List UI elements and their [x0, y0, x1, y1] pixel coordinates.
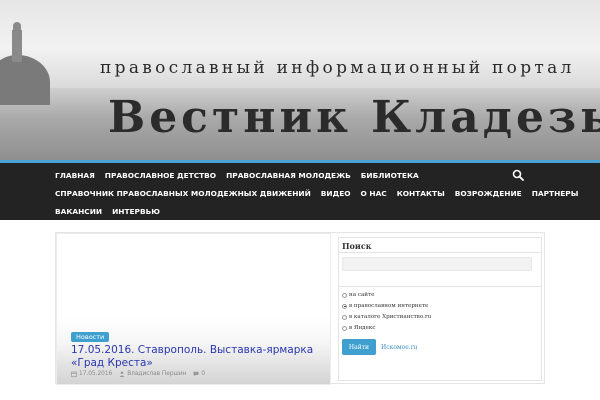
- post-date-text: 17.05.2016: [79, 371, 113, 377]
- radio-dot: [342, 325, 347, 331]
- site-title[interactable]: Вестник Кладезь: [108, 92, 600, 143]
- post-comments-count: 0: [201, 371, 206, 377]
- radio-orthodox-internet[interactable]: в православном интернете: [342, 303, 428, 309]
- post-comments[interactable]: 0: [193, 371, 205, 377]
- radio-catalog[interactable]: в каталоге Христианство.ru: [342, 314, 431, 320]
- widget-divider: [339, 252, 541, 253]
- nav-item-video[interactable]: ВИДЕО: [321, 189, 351, 198]
- nav-item-vacancies[interactable]: ВАКАНСИИ: [55, 207, 102, 216]
- nav-item-directory[interactable]: СПРАВОЧНИК ПРАВОСЛАВНЫХ МОЛОДЕЖНЫХ ДВИЖЕ…: [55, 189, 311, 198]
- search-widget: Поиск на сайте в православном интернете …: [338, 237, 542, 381]
- post-headline[interactable]: 17.05.2016. Ставрополь. Выставка-ярмарка…: [71, 344, 326, 369]
- find-button[interactable]: Найти: [342, 339, 376, 355]
- comment-icon: [193, 371, 199, 377]
- radio-yandex[interactable]: в Яндекс: [342, 325, 376, 331]
- widget-divider-2: [339, 286, 541, 287]
- radio-dot: [342, 292, 347, 298]
- iskomoe-link[interactable]: Искомое.ru: [381, 344, 417, 351]
- radio-label: в каталоге Христианство.ru: [349, 314, 432, 320]
- nav-item-childhood[interactable]: ПРАВОСЛАВНОЕ ДЕТСТВО: [105, 171, 216, 180]
- nav-row-2: СПРАВОЧНИК ПРАВОСЛАВНЫХ МОЛОДЕЖНЫХ ДВИЖЕ…: [55, 184, 588, 203]
- nav-item-about[interactable]: О НАС: [361, 189, 387, 198]
- post-author[interactable]: Владислав Першин: [119, 371, 186, 377]
- nav-row-1: ГЛАВНАЯ ПРАВОСЛАВНОЕ ДЕТСТВО ПРАВОСЛАВНА…: [55, 166, 429, 185]
- nav-row-3: ВАКАНСИИ ИНТЕРВЬЮ: [55, 202, 170, 221]
- radio-dot-selected: [342, 303, 347, 309]
- content-area: Новости 17.05.2016. Ставрополь. Выставка…: [55, 232, 545, 385]
- nav-item-library[interactable]: БИБЛИОТЕКА: [361, 171, 419, 180]
- user-icon: [119, 371, 125, 377]
- search-input[interactable]: [342, 257, 532, 271]
- nav-item-interviews[interactable]: ИНТЕРВЬЮ: [112, 207, 160, 216]
- radio-dot: [342, 314, 347, 320]
- featured-post[interactable]: Новости 17.05.2016. Ставрополь. Выставка…: [56, 233, 331, 385]
- radio-site[interactable]: на сайте: [342, 292, 374, 298]
- church-image: [12, 22, 22, 62]
- nav-item-partners[interactable]: ПАРТНЕРЫ: [532, 189, 579, 198]
- nav-item-youth[interactable]: ПРАВОСЛАВНАЯ МОЛОДЕЖЬ: [226, 171, 351, 180]
- site-subtitle: православный информационный портал: [100, 58, 575, 78]
- search-icon[interactable]: [512, 169, 524, 181]
- main-nav: ГЛАВНАЯ ПРАВОСЛАВНОЕ ДЕТСТВО ПРАВОСЛАВНА…: [0, 163, 600, 220]
- nav-item-home[interactable]: ГЛАВНАЯ: [55, 171, 95, 180]
- header-banner[interactable]: православный информационный портал Вестн…: [0, 0, 600, 163]
- island-image: [0, 55, 50, 105]
- nav-item-revival[interactable]: ВОЗРОЖДЕНИЕ: [455, 189, 522, 198]
- post-author-text: Владислав Першин: [127, 371, 187, 377]
- post-date[interactable]: 17.05.2016: [71, 371, 112, 377]
- post-meta: 17.05.2016 Владислав Першин 0: [71, 371, 212, 377]
- nav-item-contacts[interactable]: КОНТАКТЫ: [397, 189, 445, 198]
- calendar-icon: [71, 371, 77, 377]
- category-badge[interactable]: Новости: [71, 332, 110, 342]
- radio-label: в Яндекс: [349, 325, 376, 331]
- radio-label: на сайте: [349, 292, 375, 298]
- radio-label: в православном интернете: [349, 303, 429, 309]
- widget-title: Поиск: [342, 241, 372, 251]
